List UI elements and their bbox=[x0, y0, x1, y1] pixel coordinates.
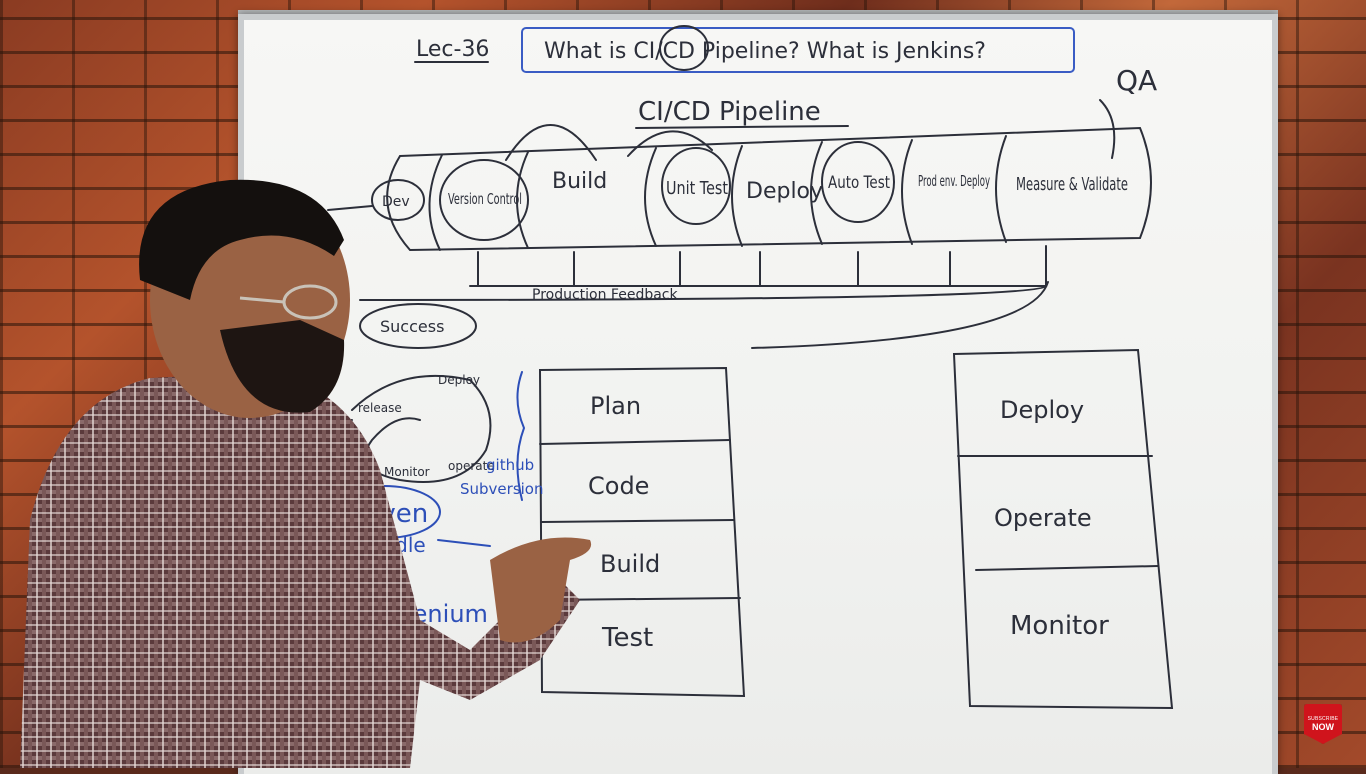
stage-measure-validate: Measure & Validate bbox=[1016, 174, 1128, 195]
tool-github: github bbox=[486, 456, 534, 474]
tool-maven: Maven bbox=[342, 499, 428, 529]
left-table-test: Test bbox=[601, 623, 653, 653]
loop-monitor: Monitor bbox=[384, 465, 430, 479]
stage-dev: Dev bbox=[382, 194, 410, 210]
stage-auto-test: Auto Test bbox=[828, 173, 890, 193]
left-table-code: Code bbox=[588, 472, 649, 500]
right-table-monitor: Monitor bbox=[1010, 611, 1109, 641]
left-table-plan: Plan bbox=[590, 392, 641, 420]
success-note: Success bbox=[380, 317, 444, 336]
pipeline-heading: CI/CD Pipeline bbox=[638, 97, 821, 127]
whiteboard-drawing: Lec-36 What is CI/CD Pipeline? What is J… bbox=[313, 25, 1174, 710]
loop-deploy: Deploy bbox=[438, 373, 480, 387]
stage-deploy: Deploy bbox=[746, 179, 823, 204]
tool-selenium: Selenium bbox=[376, 600, 488, 628]
subscribe-badge-line2: NOW bbox=[1312, 722, 1334, 732]
loop-test: Test bbox=[315, 441, 340, 455]
qa-note: QA bbox=[1116, 64, 1157, 97]
production-feedback: Production Feedback bbox=[532, 287, 678, 303]
lecture-label: Lec-36 bbox=[416, 37, 489, 62]
right-table-deploy: Deploy bbox=[1000, 396, 1084, 424]
loop-release: release bbox=[358, 401, 402, 415]
tool-subversion: Subversion bbox=[460, 480, 544, 498]
right-table-operate: Operate bbox=[994, 504, 1092, 532]
stage-unit-test: Unit Test bbox=[666, 178, 728, 199]
tool-gradle: gradle bbox=[362, 533, 426, 557]
board-title: What is CI/CD Pipeline? What is Jenkins? bbox=[544, 39, 986, 64]
stage-build: Build bbox=[552, 169, 607, 194]
stage-prod-deploy: Prod env. Deploy bbox=[918, 172, 990, 190]
stage-version-control: Version Control bbox=[448, 190, 522, 208]
left-table-build: Build bbox=[600, 550, 660, 578]
